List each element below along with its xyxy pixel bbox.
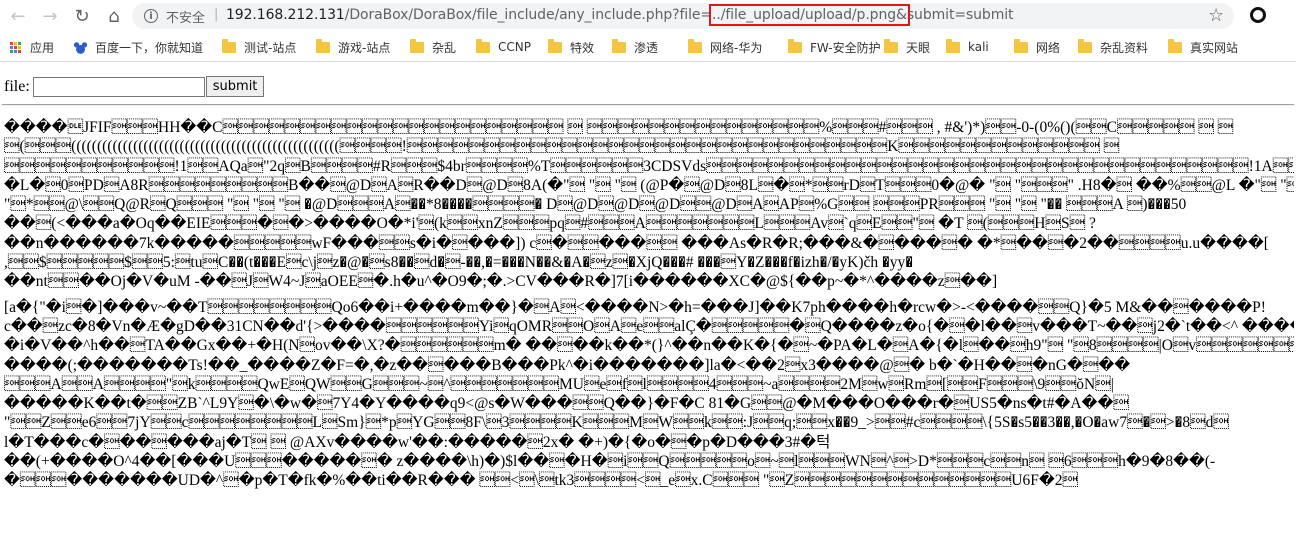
output-line: [a�{"�i�]���v~��TQo6��i+����m��… [4,298,1266,316]
bookmark-label: 特效 [570,40,595,55]
bookmark-label: 游戏-站点 [338,40,391,55]
info-icon[interactable]: i [144,9,158,23]
home-icon[interactable]: ⌂ [104,6,124,27]
file-label: file: [4,77,30,95]
folder-icon [688,38,702,53]
folder-icon [884,38,898,53]
folder-icon [1078,38,1092,53]
address-bar[interactable]: i 不安全 | 192.168.212.131/DoraBox/DoraBox/… [132,3,1234,29]
folder-icon [1168,38,1182,53]
divider [2,104,1294,106]
output-line: c��zc�8�Vn�Æ�gD��31CN��d'{>����Yi… [4,317,1294,335]
folder-icon [476,38,490,53]
bookmark-item[interactable]: 特效 [548,38,595,55]
file-input[interactable] [32,76,205,97]
bookmark-item[interactable]: 游戏-站点 [316,38,391,55]
bookmark-item[interactable]: 真实网站 [1168,38,1239,55]
paw-icon [74,40,87,54]
bookmark-item[interactable]: 网络-华为 [688,38,763,55]
folder-icon [946,38,960,53]
output-line: ��(<���a�Oq��EIE��>����O�*i'(kxn… [4,215,1096,233]
folder-icon [612,38,626,53]
output-line: �L�0PDA8RB��@DAR��D@D8A… [4,176,1294,194]
bookmark-label: 杂乱资料 [1100,40,1149,55]
bookmark-label: kali [968,40,989,54]
bookmark-item[interactable]: FW-安全防护 [788,38,881,55]
folder-icon [1014,38,1028,53]
bookmark-label: 网络 [1036,40,1061,55]
output-line: ��n������7k�����wF���s�i����]) c… [4,234,1269,252]
bookmark-item[interactable]: 测试-站点 [222,38,297,55]
output-line: ((((((((((((((((((((((((((((((((((((… [4,138,1120,156]
url-text[interactable]: 192.168.212.131/DoraBox/DoraBox/file_inc… [226,4,1014,26]
bookmarks-bar: 应用 百度一下，你就知道 测试-站点 游戏-站点 杂乱 CCNP 特效 渗透 网络-华为 FW-安… [0,32,1296,62]
page-content: file: submit ����JFIFHH��C… [0,62,1296,534]
output-line: AA"kQwEQWG~^… [4,375,1114,393]
bookmark-item[interactable]: CCNP [476,38,531,55]
output-line: �����K��t�ZB`^L9Y�\�w�7Y4�Y����q9<@s… [4,395,1129,413]
output-line: ����JFIFHH��C … [4,119,1234,136]
output-line: "*@\Q@RQ " " " �@DA��*8�… [4,196,1187,214]
include-form: file: submit [4,76,265,97]
output-line: l�T���c������aj�T  @AXv����w'��:����… [4,433,831,451]
output-line: ����(;�������Ts!��_����Z�F=�,�z�����B��… [4,356,1131,374]
bookmark-item[interactable]: 杂乱资料 [1078,38,1149,55]
bookmark-label: 渗透 [634,40,659,55]
bookmark-label: 天眼 [906,40,931,55]
folder-icon [548,38,562,53]
output-line: �i�V��^h��TA��Gx��+�H(Nov��\X?�m… [4,337,1294,355]
output-line: ��nt��Oj�V�uM -��JW4~JaOEE�.h�u^�O… [4,273,998,291]
bookmark-star-icon[interactable]: ☆ [1208,5,1224,26]
bookmark-label: 测试-站点 [244,40,297,55]
output-line: "Ze67jYcLSm}*pYG8F\… [4,414,1229,432]
security-label[interactable]: 不安全 [166,7,205,26]
folder-icon [788,38,802,53]
url-host: 192.168.212.131 [226,7,345,23]
url-highlight: ../file_upload/upload/p.png& [709,4,910,26]
bookmark-label: 百度一下，你就知道 [95,40,204,55]
bookmark-item[interactable]: 渗透 [612,38,659,55]
submit-button[interactable]: submit [205,76,265,97]
included-file-output: ����JFIFHH��C … [4,118,1294,491]
bookmark-item[interactable]: 杂乱 [410,38,457,55]
output-line: !1AQa"2qB#R$4br… [4,157,1294,175]
folder-icon [410,38,424,53]
bookmark-label: 应用 [30,40,55,55]
bookmark-label: FW-安全防护 [810,40,881,55]
browser-toolbar: ← → ↻ ⌂ i 不安全 | 192.168.212.131/DoraBox/… [0,0,1296,32]
apps-icon [10,41,21,53]
url-query: submit=submit [906,7,1014,23]
url-path: /DoraBox/DoraBox/file_include/any_includ… [344,7,713,23]
forward-icon[interactable]: → [40,6,60,27]
bookmark-item[interactable]: 百度一下，你就知道 [74,39,203,55]
extension-icon[interactable] [1250,7,1266,23]
back-icon[interactable]: ← [8,6,28,27]
reload-icon[interactable]: ↻ [72,6,92,27]
url-separator: | [214,7,219,22]
folder-icon [222,38,236,53]
folder-icon [316,38,330,53]
bookmark-item[interactable]: 应用 [10,39,54,55]
bookmark-item[interactable]: 网络 [1014,38,1061,55]
bookmark-label: CCNP [498,40,531,54]
output-line: ��(+����O^4��[���U������ z����\h)�)$… [4,453,1216,471]
bookmark-label: 杂乱 [432,40,457,55]
output-line: ��������UD�^�p�T�fk�%��ti��R��� <… [4,472,1078,490]
output-line: ,$$5:tuC��(t���Ec\jz�@�s8�… [4,254,914,272]
bookmark-item[interactable]: kali [946,38,989,55]
bookmark-label: 真实网站 [1190,40,1239,55]
bookmark-item[interactable]: 天眼 [884,38,931,55]
bookmark-label: 网络-华为 [710,40,763,55]
